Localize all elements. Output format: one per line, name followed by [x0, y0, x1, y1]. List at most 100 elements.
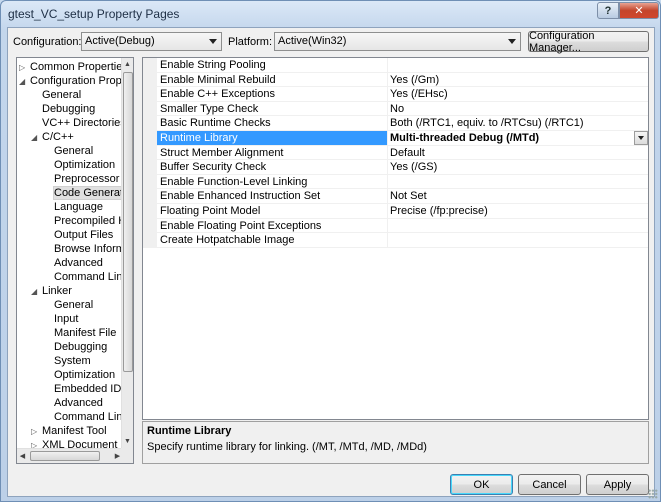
tree-item[interactable]: Language: [43, 200, 103, 214]
configuration-value: Active(Debug): [85, 35, 155, 47]
tree-item[interactable]: System: [43, 354, 91, 368]
tree-item[interactable]: ▷XML Document Generator: [31, 438, 123, 448]
description-panel: Runtime Library Specify runtime library …: [142, 421, 649, 464]
tree-vertical-scrollbar[interactable]: ▲ ▼: [121, 58, 133, 448]
close-button[interactable]: ✕: [619, 2, 659, 19]
expanded-arrow-icon[interactable]: ◢: [31, 285, 42, 299]
tree-item[interactable]: ▷ Manifest Tool: [31, 424, 107, 438]
scroll-thumb[interactable]: [123, 72, 133, 372]
chevron-down-icon[interactable]: [634, 131, 648, 145]
property-row[interactable]: Enable Enhanced Instruction Set Not Set: [143, 189, 648, 204]
tree-item[interactable]: Manifest File: [43, 326, 116, 340]
property-value[interactable]: Yes (/GS): [388, 160, 648, 175]
tree-item[interactable]: Input: [43, 312, 78, 326]
property-row[interactable]: Basic Runtime Checks Both (/RTC1, equiv. …: [143, 116, 648, 131]
tree-item[interactable]: Optimization: [43, 368, 115, 382]
tree-item[interactable]: Advanced: [43, 396, 103, 410]
tree-horizontal-scrollbar[interactable]: ◀ ▶: [17, 448, 123, 463]
tree-item[interactable]: ◢ C/C++: [31, 130, 74, 144]
description-text: Specify runtime library for linking. (/M…: [147, 441, 427, 453]
property-value[interactable]: Both (/RTC1, equiv. to /RTCsu) (/RTC1): [388, 116, 648, 131]
tree-item[interactable]: Optimization: [43, 158, 115, 172]
tree-item[interactable]: Output Files: [43, 228, 113, 242]
tree-item-label: Code Generation: [53, 186, 123, 200]
property-value[interactable]: [388, 233, 648, 248]
property-value[interactable]: [388, 58, 648, 73]
tree-item-label: Manifest Tool: [42, 425, 107, 437]
expanded-arrow-icon[interactable]: ◢: [31, 131, 42, 145]
property-row[interactable]: Smaller Type Check No: [143, 101, 648, 117]
row-margin: [143, 101, 157, 117]
property-row[interactable]: Enable C++ Exceptions Yes (/EHsc): [143, 87, 648, 102]
property-value[interactable]: [388, 175, 648, 190]
tree-item[interactable]: Debugging: [31, 102, 95, 116]
configuration-select[interactable]: Active(Debug): [81, 32, 222, 51]
tree-item[interactable]: Command Line: [43, 410, 123, 424]
apply-button[interactable]: Apply: [586, 474, 649, 495]
cancel-button[interactable]: Cancel: [518, 474, 581, 495]
tree-item[interactable]: Precompiled Headers: [43, 214, 123, 228]
tree-item[interactable]: ◢ Linker: [31, 284, 72, 298]
tree-item[interactable]: Browse Information: [43, 242, 123, 256]
property-row[interactable]: Enable Minimal Rebuild Yes (/Gm): [143, 72, 648, 88]
tree-item[interactable]: VC++ Directories: [31, 116, 123, 130]
tree-item[interactable]: Code Generation: [43, 186, 123, 200]
property-row[interactable]: Enable Function-Level Linking: [143, 174, 648, 190]
tree-item[interactable]: ▷ Common Properties: [19, 60, 123, 74]
scroll-thumb[interactable]: [30, 451, 100, 461]
property-name: Enable Minimal Rebuild: [157, 72, 388, 88]
collapsed-arrow-icon[interactable]: ▷: [31, 439, 42, 448]
configuration-manager-button[interactable]: Configuration Manager...: [528, 30, 649, 54]
property-row[interactable]: Runtime Library Multi-threaded Debug (/MT…: [143, 131, 648, 146]
property-value[interactable]: Yes (/Gm): [388, 73, 648, 88]
ok-button[interactable]: OK: [450, 474, 513, 495]
tree-item[interactable]: Debugging: [43, 340, 107, 354]
tree-item[interactable]: ◢Configuration Properties: [19, 74, 123, 88]
category-tree[interactable]: ▷Common Properties◢Configuration Propert…: [16, 57, 134, 464]
dialog-client: Configuration: Active(Debug) Platform: A…: [7, 27, 655, 497]
collapsed-arrow-icon[interactable]: ▷: [31, 425, 42, 439]
property-name: Buffer Security Check: [157, 160, 388, 175]
tree-item-label: Optimization: [54, 159, 116, 171]
property-value[interactable]: Not Set: [388, 189, 648, 204]
tree-item[interactable]: General: [43, 144, 93, 158]
property-row[interactable]: Struct Member Alignment Default: [143, 145, 648, 161]
tree-item[interactable]: Command Line: [43, 270, 123, 284]
platform-label: Platform:: [228, 36, 273, 48]
property-name: Basic Runtime Checks: [157, 116, 388, 131]
tree-item-label: VC++ Directories: [42, 117, 123, 129]
property-row[interactable]: Create Hotpatchable Image: [143, 233, 648, 248]
scroll-left-icon[interactable]: ◀: [17, 450, 28, 463]
property-value[interactable]: [388, 219, 648, 234]
row-margin: [143, 189, 157, 204]
help-button[interactable]: ?: [597, 2, 619, 19]
tree-items: ▷Common Properties◢Configuration Propert…: [17, 58, 123, 448]
title-bar[interactable]: gtest_VC_setup Property Pages ? ✕: [1, 1, 660, 27]
tree-item-label: General: [42, 89, 82, 101]
property-name: Runtime Library: [157, 131, 388, 146]
property-value[interactable]: Default: [388, 146, 648, 161]
scroll-up-icon[interactable]: ▲: [122, 58, 133, 71]
tree-item[interactable]: General: [31, 88, 81, 102]
tree-item[interactable]: Preprocessor: [43, 172, 119, 186]
property-name: Enable String Pooling: [157, 58, 388, 73]
collapsed-arrow-icon[interactable]: ▷: [19, 61, 30, 75]
expanded-arrow-icon[interactable]: ◢: [19, 75, 30, 89]
property-value[interactable]: Multi-threaded Debug (/MTd): [388, 131, 648, 146]
tree-item[interactable]: General: [43, 298, 93, 312]
resize-gripper[interactable]: [648, 489, 658, 499]
property-value[interactable]: Yes (/EHsc): [388, 87, 648, 102]
platform-select[interactable]: Active(Win32): [274, 32, 521, 51]
property-value[interactable]: No: [388, 102, 648, 117]
property-grid[interactable]: Enable String Pooling Enable Minimal Rebu…: [142, 57, 649, 420]
tree-item-label: Input: [54, 313, 79, 325]
property-row[interactable]: Buffer Security Check Yes (/GS): [143, 160, 648, 175]
property-row[interactable]: Floating Point Model Precise (/fp:precise…: [143, 204, 648, 219]
tree-item[interactable]: Embedded IDL: [43, 382, 123, 396]
property-row[interactable]: Enable Floating Point Exceptions: [143, 218, 648, 234]
tree-item[interactable]: Advanced: [43, 256, 103, 270]
row-margin: [143, 87, 157, 102]
property-row[interactable]: Enable String Pooling: [143, 58, 648, 73]
property-value[interactable]: Precise (/fp:precise): [388, 204, 648, 219]
scroll-down-icon[interactable]: ▼: [122, 435, 133, 448]
